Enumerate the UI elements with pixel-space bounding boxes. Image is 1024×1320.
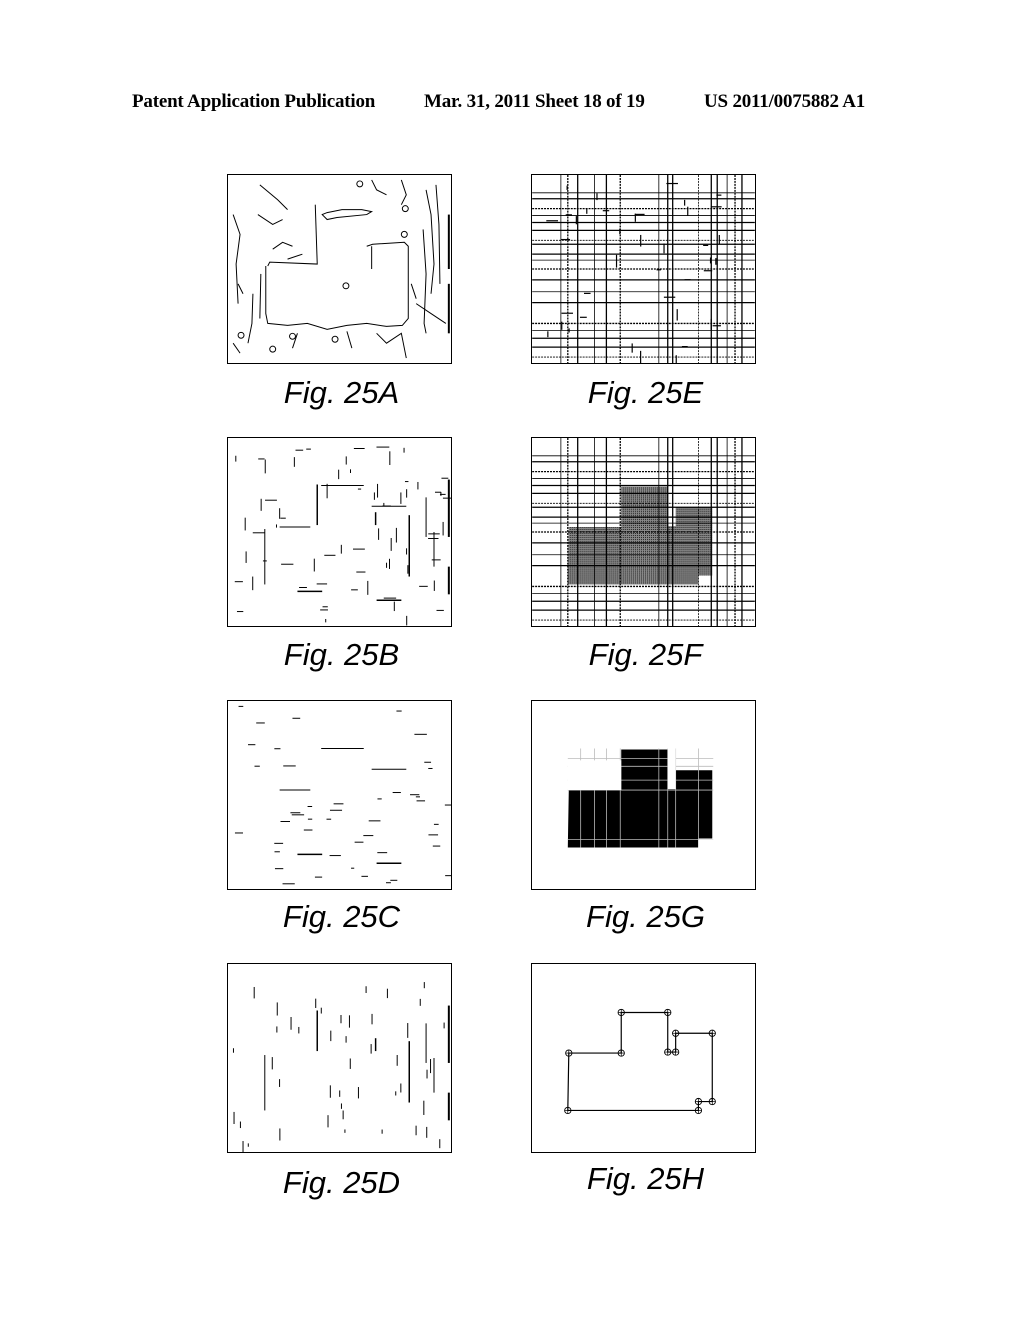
contour-blob	[356, 180, 364, 188]
contour-edge	[272, 241, 293, 250]
contour-edge	[422, 229, 427, 334]
figure-25h-caption: Fig. 25H	[586, 1161, 705, 1196]
figure-25f-image	[532, 438, 755, 626]
contour-edge	[410, 283, 417, 299]
header-publication: Patent Application Publication	[132, 91, 376, 112]
gap-cell	[567, 760, 622, 791]
figure-25e-image	[532, 175, 755, 363]
figure-25h-panel	[531, 963, 756, 1153]
footprint-polygon	[567, 1011, 713, 1112]
figure-25f-panel	[531, 437, 756, 627]
contour-edge	[267, 204, 318, 267]
header-patent-number: US 2011/0075882 A1	[704, 91, 866, 112]
figure-25d-image	[232, 982, 450, 1152]
contour-blob	[331, 335, 339, 343]
figure-25d-caption: Fig. 25D	[282, 1165, 401, 1200]
contour-edge	[232, 342, 241, 354]
contour-edge	[415, 303, 447, 324]
gap-cell	[667, 748, 676, 790]
contour-edge	[376, 332, 407, 359]
contour-edge	[425, 189, 435, 294]
figure-25a-panel	[227, 174, 452, 364]
figure-25a-caption: Fig. 25A	[283, 375, 400, 410]
contour-blob	[400, 230, 408, 238]
contour-edge	[259, 184, 288, 210]
contour-edge	[400, 179, 407, 205]
figure-25c-caption: Fig. 25C	[282, 899, 401, 934]
contour-edge	[257, 214, 283, 226]
header-date-sheet: Mar. 31, 2011 Sheet 18 of 19	[424, 91, 645, 112]
figure-25g-panel	[531, 700, 756, 890]
gap-cell	[698, 839, 719, 850]
contour-edge	[259, 273, 262, 319]
contour-edge	[287, 253, 303, 260]
figure-25g-caption: Fig. 25G	[586, 899, 705, 934]
contour-edge	[247, 293, 254, 344]
contour-edge	[371, 179, 387, 196]
contour-edge	[232, 214, 241, 304]
figure-25e-caption: Fig. 25E	[587, 375, 704, 410]
contour-blob	[342, 282, 350, 290]
footprint-shaded-region	[567, 486, 713, 585]
contour-edge	[346, 331, 353, 349]
figure-25b-caption: Fig. 25B	[283, 637, 400, 672]
figure-25b-panel	[227, 437, 452, 627]
figure-25a-image	[232, 179, 450, 359]
figure-25c-image	[234, 705, 451, 885]
contour-edge	[321, 209, 374, 221]
contour-edge	[265, 241, 409, 330]
contour-blob	[237, 331, 245, 339]
contour-edge	[237, 283, 244, 294]
contour-blob	[269, 345, 277, 353]
figure-25b-image	[234, 446, 451, 626]
figure-25d-panel	[227, 963, 452, 1153]
contour-blob	[401, 205, 409, 213]
contour-blob	[289, 332, 296, 340]
figure-25h-image	[564, 1008, 716, 1115]
figure-25f-caption: Fig. 25F	[588, 637, 703, 672]
figure-25e-panel	[531, 174, 756, 364]
contour-edge	[435, 184, 441, 284]
figure-25g-image	[567, 748, 719, 850]
figure-25c-panel	[227, 700, 452, 890]
